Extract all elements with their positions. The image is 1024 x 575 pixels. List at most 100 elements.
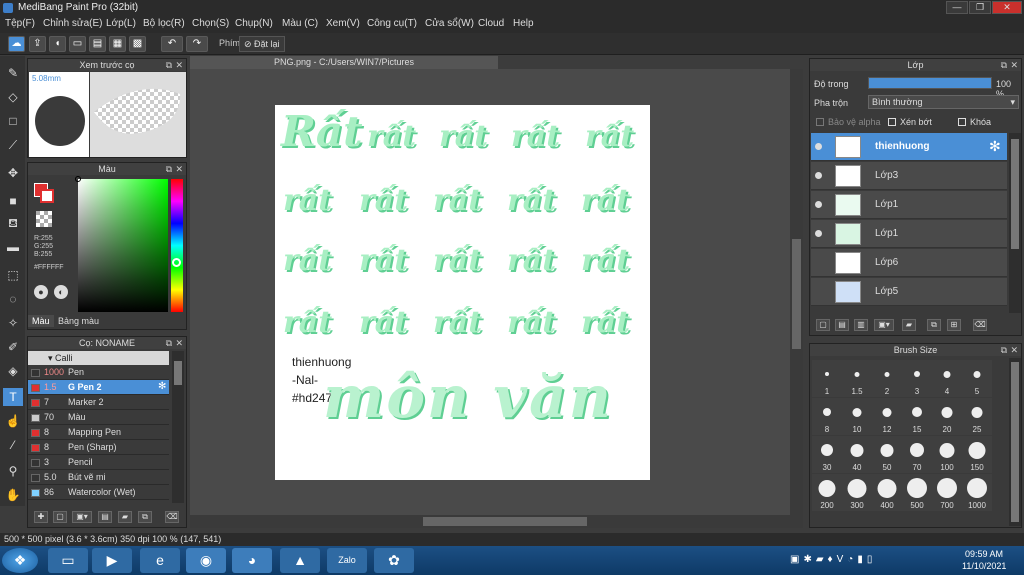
menu-snap[interactable]: Chụp(N) <box>235 18 273 29</box>
brush-size-option[interactable]: 100 <box>932 436 962 473</box>
new-8bit-layer-icon[interactable]: ▥ <box>854 319 868 331</box>
brush-size-option[interactable]: 4 <box>932 360 962 397</box>
menu-edit[interactable]: Chỉnh sửa(E) <box>43 18 103 29</box>
add-brush-icon[interactable]: ✚ <box>34 511 48 523</box>
brush-item[interactable]: 5.0 Bút vẽ mi <box>28 470 169 485</box>
brush-size-option[interactable]: 5 <box>962 360 992 397</box>
document-tab[interactable]: PNG.png - C:/Users/WIN7/Pictures <box>190 56 498 69</box>
lock-checkbox[interactable] <box>958 118 966 126</box>
protect-alpha-checkbox[interactable] <box>816 118 824 126</box>
layer-row-selected[interactable]: thienhuong ✻ <box>811 133 1007 161</box>
undock-icon[interactable]: ⧉ <box>1001 344 1007 356</box>
duplicate-brush-icon[interactable]: ▤ <box>98 511 112 523</box>
brush-size-option[interactable]: 20 <box>932 398 962 435</box>
brush-item[interactable]: 7 Marker 2 <box>28 395 169 410</box>
menu-file[interactable]: Tệp(F) <box>5 18 35 29</box>
close-icon[interactable]: ✕ <box>175 59 183 71</box>
trash-icon[interactable]: ⌫ <box>973 319 987 331</box>
copy-icon[interactable]: ⧉ <box>138 511 152 523</box>
chat-icon[interactable]: ▭ <box>69 36 86 52</box>
new-brush-icon[interactable]: ▢ <box>53 511 67 523</box>
divide-tool-icon[interactable]: ⁄ <box>3 436 23 454</box>
maximize-button[interactable]: ❐ <box>969 1 991 14</box>
brush-item[interactable]: 1000 Pen <box>28 365 169 380</box>
hue-slider[interactable] <box>171 179 183 312</box>
cloud-icon[interactable]: ☁ <box>8 36 25 52</box>
dot-tool-icon[interactable]: □ <box>3 112 23 130</box>
layer-row[interactable]: Lớp3 <box>811 162 1007 190</box>
brush-size-option[interactable]: 50 <box>872 436 902 473</box>
blend-mode-select[interactable]: Bình thường ▾ <box>868 95 1019 109</box>
duplicate-layer-icon[interactable]: ⧉ <box>927 319 941 331</box>
layer-row[interactable]: Lớp6 <box>811 249 1007 277</box>
brush-item[interactable]: 8 Mapping Pen <box>28 425 169 440</box>
hand-tool-icon[interactable]: ✋ <box>3 486 23 504</box>
opacity-slider[interactable] <box>868 77 992 89</box>
scroll-thumb[interactable] <box>792 239 801 349</box>
brush-size-scrollbar[interactable] <box>1009 358 1021 526</box>
layer-row[interactable]: Lớp5 <box>811 278 1007 306</box>
brush-size-option[interactable]: 200 <box>812 474 842 511</box>
brush-size-option[interactable]: 12 <box>872 398 902 435</box>
visibility-icon[interactable] <box>815 172 822 179</box>
eyedropper-tool-icon[interactable]: ⚲ <box>3 462 23 480</box>
menu-view[interactable]: Xem(V) <box>326 18 360 29</box>
paint-icon[interactable]: ✿ <box>374 548 414 573</box>
brush-item[interactable]: 3 Pencil <box>28 455 169 470</box>
zalo-icon[interactable]: Zalo <box>327 548 367 573</box>
brush-size-option[interactable]: 8 <box>812 398 842 435</box>
brush-size-option[interactable]: 15 <box>902 398 932 435</box>
undock-icon[interactable]: ⧉ <box>166 59 172 71</box>
menu-select[interactable]: Chọn(S) <box>192 18 229 29</box>
new-layer-icon[interactable]: ▢ <box>816 319 830 331</box>
close-icon[interactable]: ✕ <box>175 163 183 175</box>
gradient-tool-icon[interactable]: ▬ <box>3 238 23 256</box>
layer-scrollbar[interactable] <box>1009 133 1021 313</box>
new-halftone-layer-icon[interactable]: ▤ <box>835 319 849 331</box>
menu-help[interactable]: Help <box>513 18 534 29</box>
undock-icon[interactable]: ⧉ <box>166 163 172 175</box>
color-picker-icon[interactable]: ◐ <box>54 285 68 299</box>
lasso-tool-icon[interactable]: ◌ <box>3 290 23 308</box>
medibang-icon[interactable]: ◕ <box>232 548 272 573</box>
select-pen-icon[interactable]: ✐ <box>3 338 23 356</box>
gear-icon[interactable]: ✻ <box>158 381 166 392</box>
brush-size-option[interactable]: 1.5 <box>842 360 872 397</box>
tab-palette[interactable]: Bảng màu <box>54 315 103 327</box>
stroke-tool-icon[interactable]: ⟋ <box>3 136 23 154</box>
brush-size-option[interactable]: 400 <box>872 474 902 511</box>
hue-handle[interactable] <box>172 258 181 267</box>
brush-size-option[interactable]: 30 <box>812 436 842 473</box>
brush-item-selected[interactable]: 1.5 G Pen 2 ✻ <box>28 380 169 395</box>
magic-wand-icon[interactable]: ✧ <box>3 314 23 332</box>
trash-icon[interactable]: ⌫ <box>165 511 179 523</box>
brush-size-option[interactable]: 25 <box>962 398 992 435</box>
add-layer-menu-icon[interactable]: ▣▾ <box>874 319 894 331</box>
close-icon[interactable]: ✕ <box>1010 344 1018 356</box>
file-explorer-icon[interactable]: ▭ <box>48 548 88 573</box>
merge-layer-icon[interactable]: ⊞ <box>947 319 961 331</box>
visibility-icon[interactable] <box>815 230 822 237</box>
material-icon[interactable]: ▦ <box>109 36 126 52</box>
brush-size-option[interactable]: 1000 <box>962 474 992 511</box>
brush-list-scrollbar[interactable] <box>172 351 184 503</box>
layer-row[interactable]: Lớp1 <box>811 191 1007 219</box>
brush-tool-icon[interactable]: ✎ <box>3 64 23 82</box>
canvas-horizontal-scrollbar[interactable] <box>190 515 803 528</box>
transparent-color-swatch[interactable] <box>36 211 52 227</box>
menu-cloud[interactable]: Cloud <box>478 18 504 29</box>
brush-item[interactable]: 70 Màu <box>28 410 169 425</box>
brush-size-option[interactable]: 40 <box>842 436 872 473</box>
brush-item[interactable]: 8 Pen (Sharp) <box>28 440 169 455</box>
clipping-checkbox[interactable] <box>888 118 896 126</box>
visibility-icon[interactable] <box>815 201 822 208</box>
share-icon[interactable]: ⇪ <box>29 36 46 52</box>
tab-color[interactable]: Màu <box>28 315 54 327</box>
close-icon[interactable]: ✕ <box>1010 59 1018 71</box>
move-tool-icon[interactable]: ✥ <box>3 164 23 182</box>
comment-icon[interactable]: ◖ <box>49 36 66 52</box>
media-player-icon[interactable]: ▶ <box>92 548 132 573</box>
folder-icon[interactable]: ▰ <box>118 511 132 523</box>
canvas-paper[interactable]: Rất rất rất rất rất rất rất rất rất rất … <box>275 105 650 480</box>
bucket-tool-icon[interactable]: ⛾ <box>3 214 23 232</box>
